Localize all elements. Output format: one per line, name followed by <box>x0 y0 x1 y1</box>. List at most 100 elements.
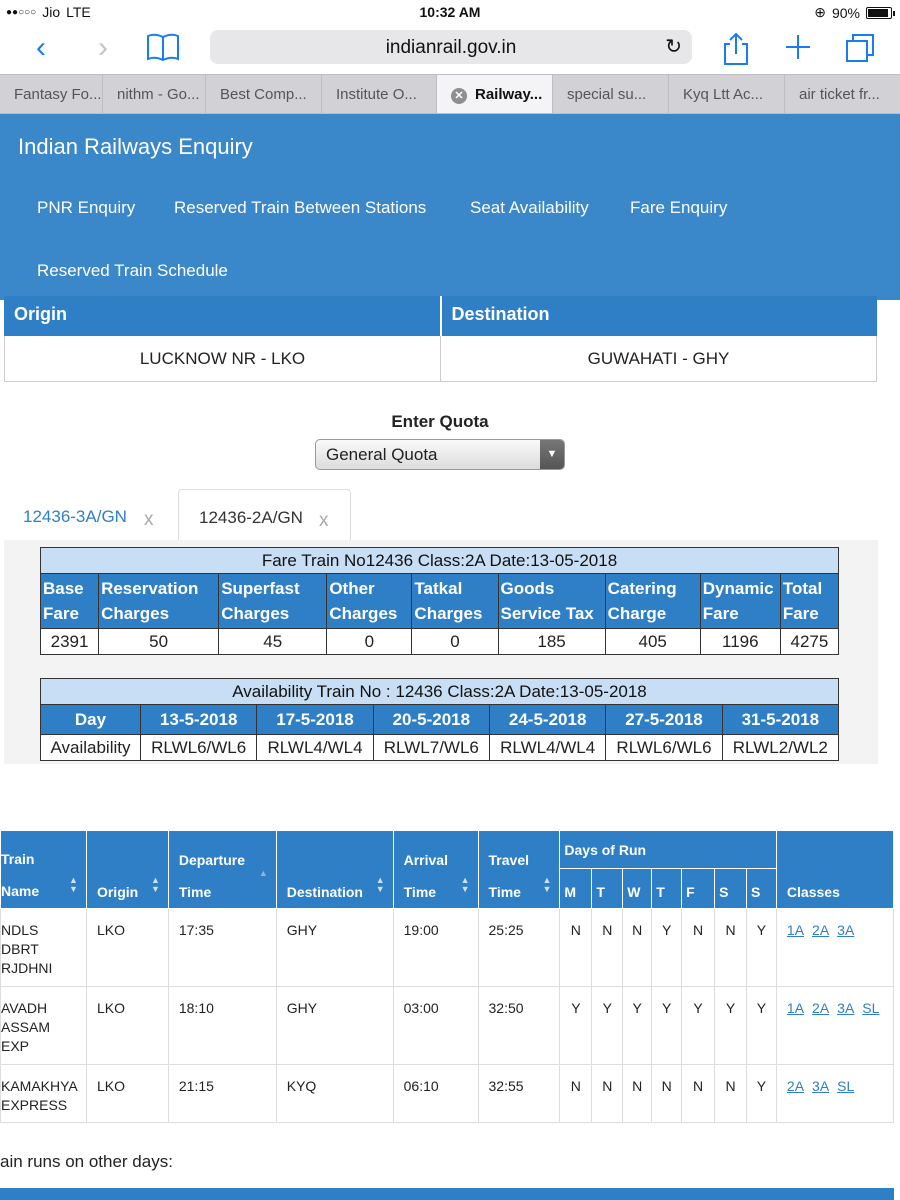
fare-tab-2a[interactable]: 12436-2A/GN x <box>178 489 351 541</box>
browser-tab-strip: Fantasy Fo... nithm - Go... Best Comp...… <box>0 74 900 114</box>
browser-tab-label: Institute O... <box>336 86 417 103</box>
sort-icon[interactable]: ▲ ▼ <box>376 876 385 894</box>
day-header: M <box>559 868 593 909</box>
day-header: S <box>714 868 747 909</box>
address-bar[interactable]: indianrail.gov.in ↻ <box>210 30 692 64</box>
browser-tab-active[interactable]: ✕ Railway... <box>437 75 553 113</box>
col-origin[interactable]: Origin ▲ ▼ <box>85 830 169 909</box>
col-train-name[interactable]: Train Name ▲ ▼ <box>0 830 87 909</box>
train-destination: KYQ <box>275 1064 394 1123</box>
url-text: indianrail.gov.in <box>385 37 517 58</box>
fare-tab-label: 12436-3A/GN <box>23 507 127 526</box>
browser-tab[interactable]: Institute O... <box>322 75 437 113</box>
fare-superfast: 45 <box>218 628 328 655</box>
rotation-lock-icon: ⊕ <box>814 4 826 20</box>
run-day: N <box>681 908 716 987</box>
share-icon[interactable] <box>719 32 753 66</box>
availability-day-header: Day <box>40 704 141 735</box>
train-name: AVADH ASSAM EXP <box>0 986 87 1065</box>
class-link[interactable]: 1A <box>787 1000 804 1016</box>
class-link[interactable]: 2A <box>812 922 829 938</box>
class-link[interactable]: 1A <box>787 922 804 938</box>
browser-tab-label: Best Comp... <box>220 86 307 103</box>
availability-status: RLWL2/WL2 <box>721 734 840 761</box>
class-link[interactable]: 3A <box>812 1078 829 1094</box>
fare-base: 2391 <box>39 628 100 655</box>
fare-col-header: Catering Charge <box>604 573 701 629</box>
nav-seat-availability[interactable]: Seat Availability <box>470 198 589 218</box>
class-link[interactable]: 2A <box>812 1000 829 1016</box>
run-day: N <box>591 908 624 987</box>
close-tab-icon[interactable]: ✕ <box>451 88 467 104</box>
availability-status: RLWL4/WL4 <box>488 734 607 761</box>
availability-date: 17-5-2018 <box>256 704 374 735</box>
availability-date: 13-5-2018 <box>139 704 258 735</box>
run-day: Y <box>714 986 747 1065</box>
browser-tab[interactable]: nithm - Go... <box>103 75 206 113</box>
availability-table: Availability Train No : 12436 Class:2A D… <box>40 678 840 761</box>
col-classes: Classes <box>775 830 895 909</box>
sort-asc-icon[interactable]: ▲ <box>259 869 268 878</box>
quota-select[interactable]: General Quota ▼ <box>315 439 565 470</box>
bookmarks-icon[interactable] <box>146 32 180 66</box>
train-departure: 18:10 <box>167 986 277 1065</box>
train-arrival: 06:10 <box>392 1064 479 1123</box>
train-departure: 21:15 <box>167 1064 277 1123</box>
fare-total: 4275 <box>779 628 840 655</box>
fare-col-header: Superfast Charges <box>218 573 328 629</box>
day-header: F <box>681 868 716 909</box>
col-arrival[interactable]: Arrival Time ▲ ▼ <box>392 830 479 909</box>
back-icon[interactable]: ‹ <box>24 32 58 66</box>
fare-col-header: Reservation Charges <box>98 573 220 629</box>
sort-icon[interactable]: ▲ ▼ <box>461 876 470 894</box>
fare-col-header: Base Fare <box>39 573 100 629</box>
train-travel-time: 32:55 <box>477 1064 561 1123</box>
sort-icon[interactable]: ▲ ▼ <box>542 876 551 894</box>
browser-tab[interactable]: air ticket fr... <box>785 75 900 113</box>
reload-icon[interactable]: ↻ <box>665 34 682 59</box>
fare-tab-3a[interactable]: 12436-3A/GN x <box>10 489 178 541</box>
browser-tab-label: air ticket fr... <box>799 86 880 103</box>
fare-table: Fare Train No12436 Class:2A Date:13-05-2… <box>39 547 840 655</box>
battery-icon <box>866 6 895 19</box>
availability-status: RLWL4/WL4 <box>256 734 374 761</box>
train-origin: LKO <box>85 986 169 1065</box>
forward-icon[interactable]: › <box>86 32 120 66</box>
site-title[interactable]: Indian Railways Enquiry <box>18 134 253 160</box>
browser-tab[interactable]: Kyq Ltt Ac... <box>669 75 785 113</box>
class-link[interactable]: SL <box>862 1000 879 1016</box>
col-travel[interactable]: Travel Time ▲ ▼ <box>477 830 561 909</box>
table-row: AVADH ASSAM EXP LKO 18:10 GHY 03:00 32:50 … <box>0 986 895 1065</box>
new-tab-icon[interactable] <box>781 32 815 66</box>
dropdown-arrow-icon: ▼ <box>540 440 564 469</box>
close-fare-tab-icon[interactable]: x <box>319 510 329 532</box>
class-link[interactable]: 2A <box>787 1078 804 1094</box>
col-departure[interactable]: Departure Time ▲ <box>167 830 277 909</box>
fare-tatkal: 0 <box>411 628 499 655</box>
class-link[interactable]: 3A <box>837 922 854 938</box>
browser-tab[interactable]: Fantasy Fo... <box>0 75 103 113</box>
nav-fare-enquiry[interactable]: Fare Enquiry <box>630 198 727 218</box>
fare-tab-label: 12436-2A/GN <box>199 508 303 527</box>
nav-reserved-train-schedule[interactable]: Reserved Train Schedule <box>37 261 228 281</box>
availability-status: RLWL6/WL6 <box>605 734 723 761</box>
run-day: N <box>622 1064 653 1123</box>
nav-pnr-enquiry[interactable]: PNR Enquiry <box>37 198 135 218</box>
run-day: N <box>714 908 747 987</box>
class-link[interactable]: 3A <box>837 1000 854 1016</box>
tabs-overview-icon[interactable] <box>843 32 877 66</box>
train-departure: 17:35 <box>167 908 277 987</box>
train-travel-time: 32:50 <box>477 986 561 1065</box>
browser-tab[interactable]: special su... <box>553 75 669 113</box>
browser-tab-label: nithm - Go... <box>117 86 200 103</box>
sort-icon[interactable]: ▲ ▼ <box>69 876 78 894</box>
sort-icon[interactable]: ▲ ▼ <box>151 876 160 894</box>
availability-date: 31-5-2018 <box>721 704 840 735</box>
class-link[interactable]: SL <box>837 1078 854 1094</box>
day-header: T <box>591 868 624 909</box>
col-destination[interactable]: Destination ▲ ▼ <box>275 830 394 909</box>
browser-tab[interactable]: Best Comp... <box>206 75 322 113</box>
close-fare-tab-icon[interactable]: x <box>144 509 154 531</box>
fare-reservation: 50 <box>98 628 220 655</box>
nav-reserved-train-between-stations[interactable]: Reserved Train Between Stations <box>174 198 426 218</box>
